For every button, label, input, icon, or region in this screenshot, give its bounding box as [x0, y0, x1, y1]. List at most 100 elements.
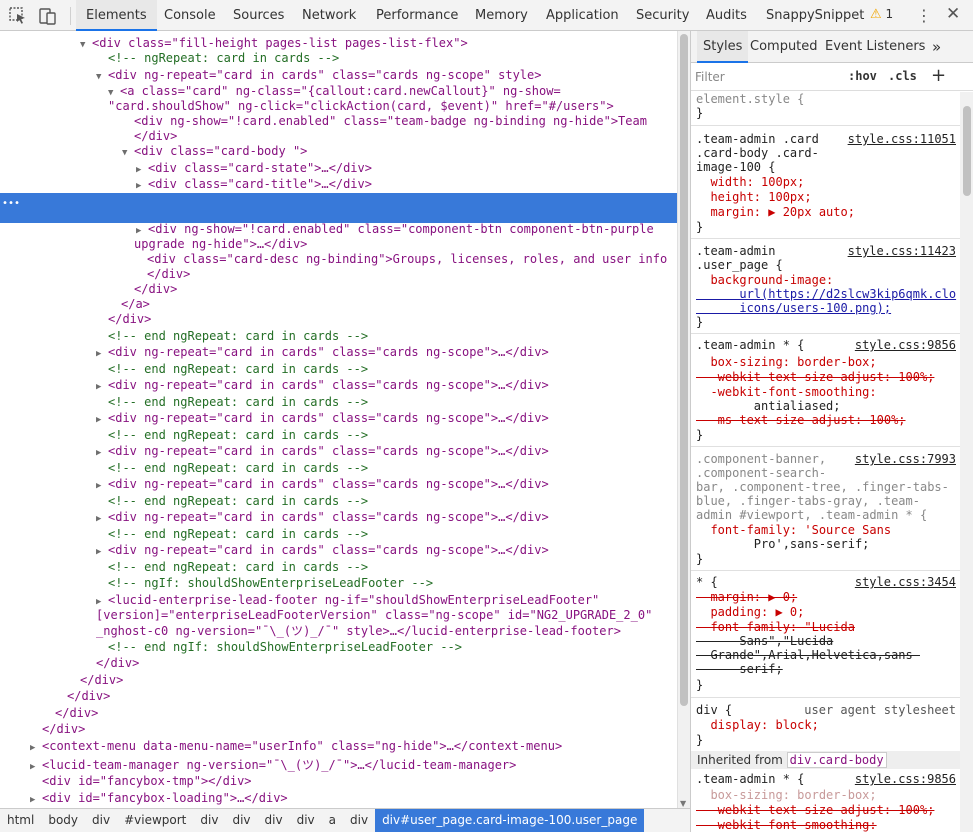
dom-node[interactable]: ▶ <lucid-team-manager ng-version="¯\_(ツ)_… [0, 758, 677, 773]
dom-node[interactable]: ▶ <div ng-repeat="card in cards" class="c… [0, 510, 677, 525]
breadcrumb-item[interactable]: div [343, 809, 375, 832]
collapse-arrow-icon[interactable]: ▶ [30, 793, 42, 808]
css-property-overridden[interactable]: font-family: "Lucida [691, 620, 960, 634]
close-icon[interactable]: ✕ [946, 4, 960, 24]
breadcrumb-item[interactable]: a [322, 809, 343, 832]
tab-application[interactable]: Application [546, 0, 619, 31]
css-url-link[interactable]: url(https://d2slcw3kip6qmk.clo [691, 287, 960, 301]
css-property[interactable]: height: 100px; [691, 190, 960, 204]
device-toolbar-icon[interactable] [38, 6, 58, 26]
css-property[interactable]: margin: ▶ 20px auto; [691, 205, 960, 219]
rule-selector[interactable]: .team-admin style.css:11423 [691, 244, 960, 258]
new-rule-icon[interactable]: + [931, 65, 946, 86]
dom-node[interactable]: ▶ <div id="fancybox-loading">…</div> [0, 791, 677, 806]
css-property[interactable]: -webkit-font-smoothing: [691, 385, 960, 399]
source-link[interactable]: style.css:11423 [848, 244, 956, 258]
css-property-overridden[interactable]: -webkit-text-size-adjust: 100%; [691, 803, 960, 817]
tab-snappysnippet[interactable]: SnappySnippet [766, 0, 864, 31]
dom-node[interactable]: ▶ <div ng-repeat="card in cards" class="c… [0, 345, 677, 360]
dom-comment[interactable]: <!-- end ngRepeat: card in cards --> [0, 494, 677, 509]
dom-comment[interactable]: <!-- end ngRepeat: card in cards --> [0, 527, 677, 542]
tab-elements[interactable]: Elements [76, 0, 157, 31]
tab-event-listeners[interactable]: Event Listeners [825, 31, 925, 63]
css-property[interactable]: font-family: 'Source Sans [691, 523, 960, 537]
css-property-overridden[interactable]: -webkit-font-smoothing: [691, 818, 960, 832]
dom-node[interactable]: ▼ <div ng-repeat="card in cards" class="c… [0, 68, 677, 83]
dom-node[interactable]: ▶ <div ng-show="!card.enabled" class="com… [0, 222, 677, 237]
source-link[interactable]: style.css:3454 [855, 575, 956, 589]
inspect-element-icon[interactable] [8, 6, 28, 26]
breadcrumb-item[interactable]: div [258, 809, 290, 832]
css-property-overridden[interactable]: -webkit-text-size-adjust: 100%; [691, 370, 960, 384]
collapse-arrow-icon[interactable]: ▶ [136, 163, 148, 178]
css-property[interactable]: padding: ▶ 0; [691, 605, 960, 619]
dom-comment[interactable]: <!-- end ngRepeat: card in cards --> [0, 461, 677, 476]
scroll-down-icon[interactable]: ▼ [680, 799, 686, 808]
dom-node[interactable]: ▶ <div ng-repeat="card in cards" class="c… [0, 378, 677, 393]
dom-comment[interactable]: <!-- end ngRepeat: card in cards --> [0, 428, 677, 443]
collapse-arrow-icon[interactable]: ▶ [96, 479, 108, 494]
css-property-overridden[interactable]: margin: ▶ 0; [691, 590, 960, 604]
source-link[interactable]: style.css:7993 [855, 452, 956, 466]
dom-node[interactable]: <div ng-show="!card.enabled" class="team… [0, 114, 677, 129]
dom-node[interactable]: ▼ <a class="card" ng-class="{callout:card… [0, 84, 677, 99]
css-property[interactable]: display: block; [691, 718, 960, 732]
more-tabs-icon[interactable]: » [932, 31, 941, 63]
more-options-icon[interactable]: ⋮ [916, 6, 932, 25]
dom-comment[interactable]: <!-- end ngRepeat: card in cards --> [0, 329, 677, 344]
css-url-link[interactable]: icons/users-100.png); [691, 301, 960, 315]
sidebar-scrollbar[interactable] [960, 92, 973, 832]
breadcrumb-item[interactable]: html [0, 809, 41, 832]
css-property[interactable]: background-image: [691, 273, 960, 287]
scrollbar-thumb[interactable] [680, 34, 688, 706]
collapse-arrow-icon[interactable]: ▶ [136, 179, 148, 194]
dom-node[interactable]: ▶ <div ng-repeat="card in cards" class="c… [0, 543, 677, 558]
hover-state-toggle[interactable]: :hov [848, 69, 877, 83]
rule-selector[interactable]: .team-admin .card style.css:11051 [691, 132, 960, 146]
dom-node[interactable]: ▶ <lucid-enterprise-lead-footer ng-if="sh… [0, 593, 677, 608]
tab-computed[interactable]: Computed [750, 31, 818, 63]
dom-node[interactable]: ▶ <div class="card-title">…</div> [0, 177, 677, 192]
rule-selector[interactable]: .team-admin * {style.css:9856 [691, 772, 960, 786]
css-property-inherited[interactable]: box-sizing: border-box; [691, 788, 960, 802]
collapse-arrow-icon[interactable]: ▶ [96, 413, 108, 428]
dom-node[interactable]: ▶ <div ng-repeat="card in cards" class="c… [0, 444, 677, 459]
expand-arrow-icon[interactable]: ▼ [96, 70, 108, 85]
dom-comment[interactable]: <!-- ngIf: shouldShowEnterpriseLeadFoote… [0, 576, 677, 591]
rule-selector[interactable]: * {style.css:3454 [691, 575, 960, 589]
filter-input[interactable] [695, 68, 835, 86]
tab-sources[interactable]: Sources [233, 0, 284, 31]
tab-memory[interactable]: Memory [475, 0, 528, 31]
dom-node[interactable]: <div id="fancybox-tmp"></div> [0, 774, 677, 789]
source-link[interactable]: style.css:11051 [848, 132, 956, 146]
breadcrumb-item[interactable]: body [41, 809, 85, 832]
dom-comment[interactable]: <!-- end ngRepeat: card in cards --> [0, 560, 677, 575]
rule-selector[interactable]: element.style { [691, 92, 960, 106]
rule-selector[interactable]: div {user agent stylesheet [691, 703, 960, 717]
tab-audits[interactable]: Audits [706, 0, 747, 31]
collapse-arrow-icon[interactable]: ▶ [96, 380, 108, 395]
tab-console[interactable]: Console [164, 0, 216, 31]
breadcrumb-item[interactable]: div [193, 809, 225, 832]
elements-scrollbar[interactable]: ▼ [677, 31, 690, 808]
breadcrumb-item[interactable]: #viewport [117, 809, 193, 832]
source-link[interactable]: style.css:9856 [855, 772, 956, 786]
css-property-overridden[interactable]: -ms-text-size-adjust: 100%; [691, 413, 960, 427]
dom-node[interactable]: ▶ <div ng-repeat="card in cards" class="c… [0, 411, 677, 426]
dom-comment[interactable]: <!-- ngRepeat: card in cards --> [0, 51, 677, 66]
dom-node[interactable]: ▼ <div class="fill-height pages-list page… [0, 36, 677, 51]
tab-security[interactable]: Security [636, 0, 689, 31]
dom-node[interactable]: ▶ <div ng-repeat="card in cards" class="c… [0, 477, 677, 492]
collapse-arrow-icon[interactable]: ▶ [30, 741, 42, 756]
warnings-counter[interactable]: ⚠ 1 [870, 7, 893, 22]
collapse-arrow-icon[interactable]: ▶ [96, 545, 108, 560]
dom-node[interactable]: ▶ <context-menu data-menu-name="userInfo"… [0, 739, 677, 754]
rule-selector[interactable]: .team-admin * {style.css:9856 [691, 338, 960, 352]
inherited-node-link[interactable]: div.card-body [786, 752, 887, 768]
expand-arrow-icon[interactable]: ▼ [122, 146, 134, 161]
css-property[interactable]: box-sizing: border-box; [691, 355, 960, 369]
dom-node[interactable]: ▶ <div class="card-state">…</div> [0, 161, 677, 176]
collapse-arrow-icon[interactable]: ▶ [96, 512, 108, 527]
source-link[interactable]: style.css:9856 [855, 338, 956, 352]
selected-dom-node[interactable]: ••• <div ng-show="card.enabled" id="user… [0, 193, 677, 297]
